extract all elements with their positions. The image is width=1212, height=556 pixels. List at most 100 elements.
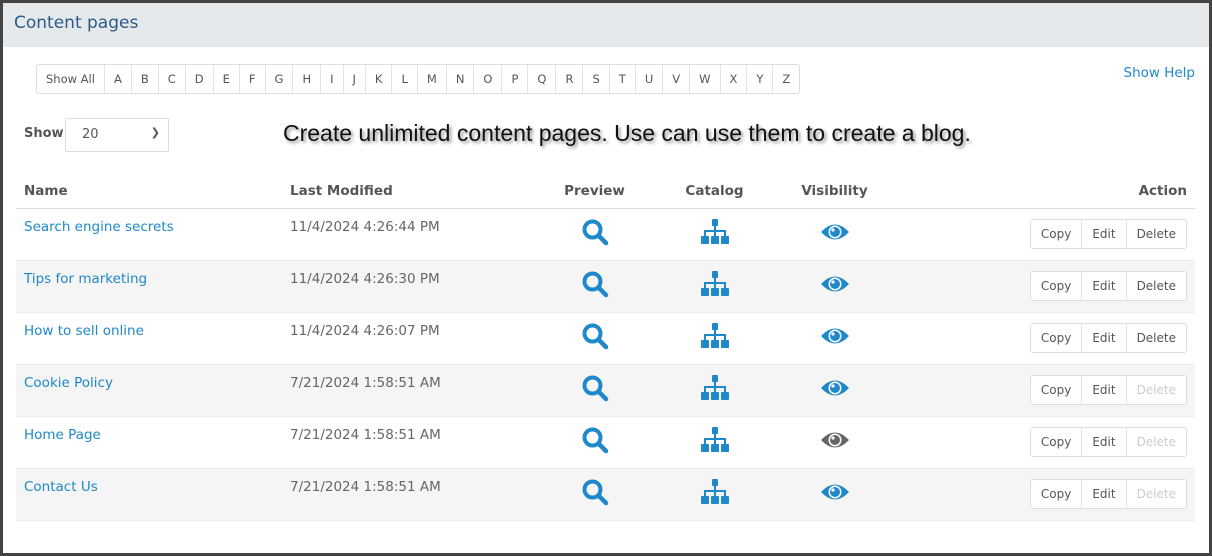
visible-eye-icon[interactable] (772, 208, 897, 261)
letter-filter-f[interactable]: F (240, 65, 266, 93)
catalog-icon[interactable] (657, 312, 772, 365)
last-modified: 7/21/2024 1:58:51 AM (282, 468, 532, 521)
delete-button[interactable]: Delete (1127, 272, 1186, 300)
chevron-down-icon: ❯ (150, 126, 160, 139)
letter-filter-v[interactable]: V (663, 65, 691, 93)
copy-button[interactable]: Copy (1031, 324, 1083, 352)
preview-icon[interactable] (532, 468, 657, 521)
page-name-link[interactable]: Search engine secrets (16, 208, 282, 261)
show-help-link[interactable]: Show Help (1124, 65, 1196, 81)
page-name-link[interactable]: Tips for marketing (16, 260, 282, 313)
action-group: Copy Edit Delete (1029, 375, 1187, 405)
preview-icon[interactable] (532, 312, 657, 365)
letter-filter-h[interactable]: H (293, 65, 322, 93)
catalog-icon[interactable] (657, 468, 772, 521)
table-row: Tips for marketing 11/4/2024 4:26:30 PM … (16, 260, 1195, 313)
edit-button[interactable]: Edit (1082, 428, 1127, 456)
action-group: Copy Edit Delete (1029, 427, 1187, 457)
letter-filter-o[interactable]: O (474, 65, 503, 93)
edit-button[interactable]: Edit (1082, 324, 1127, 352)
letter-filter-u[interactable]: U (636, 65, 664, 93)
promo-text: Create unlimited content pages. Use can … (283, 120, 971, 146)
last-modified: 7/21/2024 1:58:51 AM (282, 416, 532, 469)
last-modified: 11/4/2024 4:26:30 PM (282, 260, 532, 313)
edit-button[interactable]: Edit (1082, 220, 1127, 248)
letter-filter-n[interactable]: N (447, 65, 475, 93)
preview-icon[interactable] (532, 260, 657, 313)
letter-filter-p[interactable]: P (502, 65, 529, 93)
copy-button[interactable]: Copy (1031, 428, 1083, 456)
letter-filter-l[interactable]: L (392, 65, 418, 93)
catalog-icon[interactable] (657, 260, 772, 313)
letter-filter-d[interactable]: D (186, 65, 214, 93)
last-modified: 7/21/2024 1:58:51 AM (282, 364, 532, 417)
visible-eye-icon[interactable] (772, 468, 897, 521)
page-name-link[interactable]: Home Page (16, 416, 282, 469)
action-group: Copy Edit Delete (1029, 479, 1187, 509)
last-modified: 11/4/2024 4:26:44 PM (282, 208, 532, 261)
delete-button: Delete (1136, 383, 1176, 397)
delete-button[interactable]: Delete (1127, 220, 1186, 248)
letter-filter-q[interactable]: Q (528, 65, 557, 93)
letter-filter-w[interactable]: W (690, 65, 721, 93)
last-modified: 11/4/2024 4:26:07 PM (282, 312, 532, 365)
letter-filter-m[interactable]: M (418, 65, 447, 93)
letter-filter-a[interactable]: A (105, 65, 132, 93)
letter-filter-t[interactable]: T (610, 65, 636, 93)
copy-button[interactable]: Copy (1031, 272, 1083, 300)
col-visibility: Visibility (772, 175, 897, 209)
catalog-icon[interactable] (657, 416, 772, 469)
page-name-link[interactable]: Contact Us (16, 468, 282, 521)
page-size-select[interactable]: 20 ❯ (65, 118, 169, 152)
copy-button[interactable]: Copy (1031, 480, 1083, 508)
letter-filter-j[interactable]: J (344, 65, 366, 93)
show-all-filter[interactable]: Show All (37, 65, 105, 93)
page-name-link[interactable]: How to sell online (16, 312, 282, 365)
content-pages-table: Name Last Modified Preview Catalog Visib… (16, 175, 1195, 521)
col-name[interactable]: Name (16, 175, 282, 209)
alphabet-filter: Show All A B C D E F G H I J K L M N O P Q R S T U V W X Y Z (36, 64, 801, 94)
preview-icon[interactable] (532, 364, 657, 417)
letter-filter-e[interactable]: E (214, 65, 240, 93)
letter-filter-k[interactable]: K (366, 65, 393, 93)
table-row: Cookie Policy 7/21/2024 1:58:51 AM Copy E… (16, 364, 1195, 417)
action-group: Copy Edit Delete (1029, 323, 1187, 353)
letter-filter-g[interactable]: G (266, 65, 294, 93)
letter-filter-i[interactable]: I (321, 65, 344, 93)
catalog-icon[interactable] (657, 208, 772, 261)
table-row: Search engine secrets 11/4/2024 4:26:44 … (16, 208, 1195, 261)
copy-button[interactable]: Copy (1031, 220, 1083, 248)
preview-icon[interactable] (532, 208, 657, 261)
action-group: Copy Edit Delete (1029, 219, 1187, 249)
table-row: How to sell online 11/4/2024 4:26:07 PM … (16, 312, 1195, 365)
letter-filter-s[interactable]: S (583, 65, 610, 93)
hidden-eye-icon[interactable] (772, 416, 897, 469)
show-label: Show (24, 126, 64, 141)
letter-filter-z[interactable]: Z (773, 65, 799, 93)
edit-button[interactable]: Edit (1082, 272, 1127, 300)
page-name-link[interactable]: Cookie Policy (16, 364, 282, 417)
table-row: Home Page 7/21/2024 1:58:51 AM Copy Edit D… (16, 416, 1195, 469)
letter-filter-y[interactable]: Y (747, 65, 774, 93)
delete-button: Delete (1136, 487, 1176, 501)
col-catalog: Catalog (657, 175, 772, 209)
table-row: Contact Us 7/21/2024 1:58:51 AM Copy Edit… (16, 468, 1195, 521)
visible-eye-icon[interactable] (772, 364, 897, 417)
letter-filter-x[interactable]: X (721, 65, 748, 93)
page-title: Content pages (3, 3, 1209, 47)
letter-filter-b[interactable]: B (132, 65, 159, 93)
action-group: Copy Edit Delete (1029, 271, 1187, 301)
letter-filter-c[interactable]: C (159, 65, 186, 93)
preview-icon[interactable] (532, 416, 657, 469)
letter-filter-r[interactable]: R (556, 65, 584, 93)
delete-button[interactable]: Delete (1127, 324, 1186, 352)
edit-button[interactable]: Edit (1082, 376, 1127, 404)
visible-eye-icon[interactable] (772, 312, 897, 365)
catalog-icon[interactable] (657, 364, 772, 417)
visible-eye-icon[interactable] (772, 260, 897, 313)
edit-button[interactable]: Edit (1082, 480, 1127, 508)
copy-button[interactable]: Copy (1031, 376, 1083, 404)
col-preview: Preview (532, 175, 657, 209)
col-modified[interactable]: Last Modified (282, 175, 532, 209)
delete-button: Delete (1136, 435, 1176, 449)
